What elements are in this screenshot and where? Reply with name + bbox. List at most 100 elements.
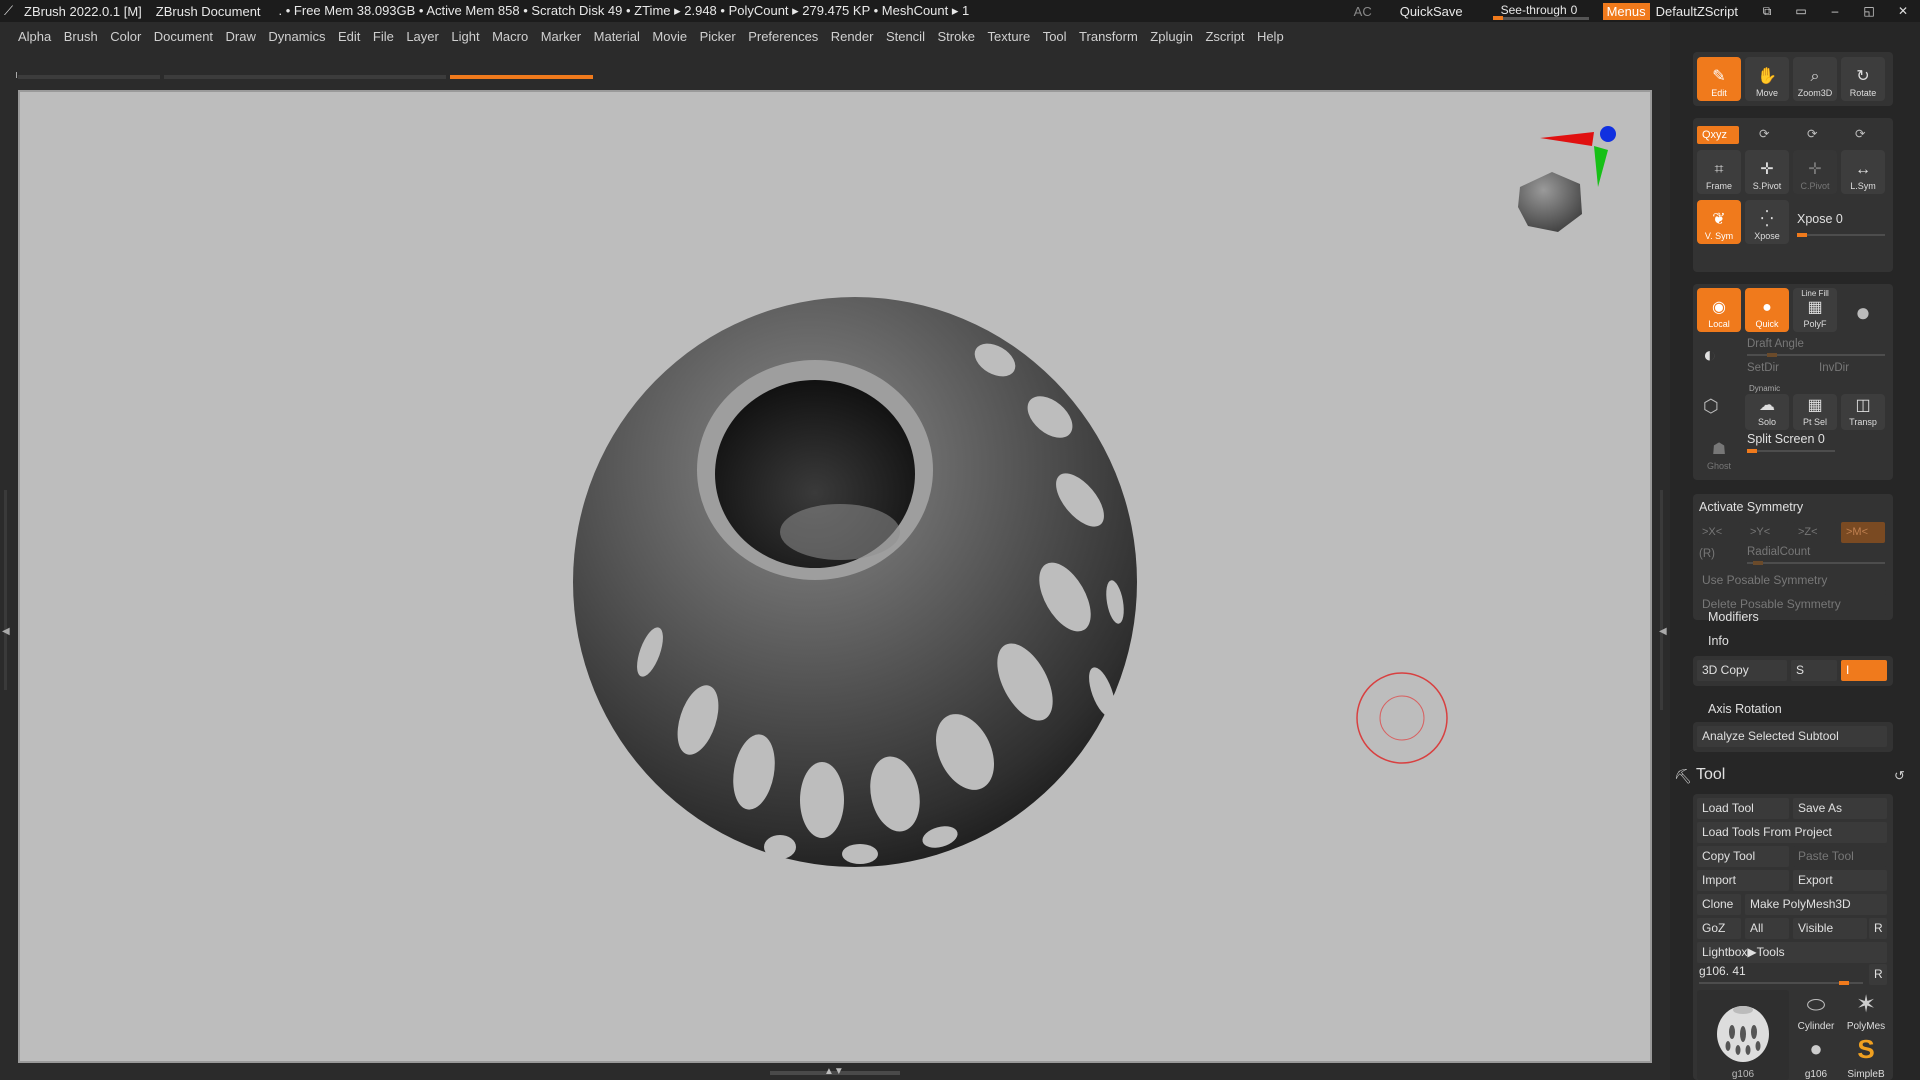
menu-stroke[interactable]: Stroke — [937, 29, 975, 44]
zoom3d-button[interactable]: ⌕ Zoom3D — [1793, 57, 1837, 101]
menu-render[interactable]: Render — [831, 29, 874, 44]
restore-icon[interactable]: ▭ — [1784, 4, 1818, 18]
menu-movie[interactable]: Movie — [652, 29, 687, 44]
ptsel-button[interactable]: ▦ Pt Sel — [1793, 394, 1837, 430]
solo-button[interactable]: ☁ Solo — [1745, 394, 1789, 430]
edit-button[interactable]: ✎ Edit — [1697, 57, 1741, 101]
symmetry-y-button[interactable]: >Y< — [1745, 522, 1789, 543]
xpose-button[interactable]: ⁛ Xpose — [1745, 200, 1789, 244]
menu-picker[interactable]: Picker — [700, 29, 736, 44]
cube-icon[interactable]: ⬡ — [1703, 396, 1719, 417]
simplebrush-thumbnail[interactable]: S SimpleB — [1843, 1034, 1889, 1080]
copy3d-s-field[interactable]: S — [1791, 660, 1837, 681]
menu-brush[interactable]: Brush — [64, 29, 98, 44]
z-rotate-icon[interactable]: ⟳ — [1807, 126, 1817, 141]
tool-palette-title[interactable]: Tool — [1696, 766, 1725, 784]
invdir-button[interactable]: InvDir — [1819, 362, 1849, 374]
palette-reset-icon[interactable]: ↺ — [1894, 768, 1905, 784]
symmetry-x-button[interactable]: >X< — [1697, 522, 1741, 543]
menu-layer[interactable]: Layer — [406, 29, 439, 44]
free-rotate-icon[interactable]: ⟳ — [1855, 126, 1865, 141]
goz-button[interactable]: GoZ — [1697, 918, 1741, 939]
cylinder-thumbnail[interactable]: ⬭ Cylinder — [1793, 990, 1839, 1032]
menu-macro[interactable]: Macro — [492, 29, 528, 44]
analyze-selected-subtool-button[interactable]: Analyze Selected Subtool — [1697, 726, 1887, 747]
info-header[interactable]: Info — [1708, 634, 1729, 648]
cpivot-button[interactable]: ✛ C.Pivot — [1793, 150, 1837, 194]
split-screen-slider[interactable] — [1747, 449, 1835, 453]
menu-help[interactable]: Help — [1257, 29, 1284, 44]
menu-edit[interactable]: Edit — [338, 29, 360, 44]
xyz-rotate-button[interactable]: Qxyz — [1697, 126, 1739, 144]
spivot-button[interactable]: ✛ S.Pivot — [1745, 150, 1789, 194]
clone-button[interactable]: Clone — [1697, 894, 1741, 915]
menu-color[interactable]: Color — [110, 29, 141, 44]
copy-tool-button[interactable]: Copy Tool — [1697, 846, 1789, 867]
goz-visible-button[interactable]: Visible — [1793, 918, 1867, 939]
menu-light[interactable]: Light — [451, 29, 479, 44]
rotate-button[interactable]: ↻ Rotate — [1841, 57, 1885, 101]
polyf-button[interactable]: Line Fill ▦ PolyF — [1793, 288, 1837, 332]
doc-tab-2[interactable] — [164, 75, 446, 79]
vsym-button[interactable]: ❦ V. Sym — [1697, 200, 1741, 244]
menu-alpha[interactable]: Alpha — [18, 29, 51, 44]
menu-marker[interactable]: Marker — [541, 29, 581, 44]
left-tray-arrow-icon[interactable]: ◀ — [2, 626, 10, 637]
menu-material[interactable]: Material — [594, 29, 640, 44]
make-polymesh3d-button[interactable]: Make PolyMesh3D — [1745, 894, 1887, 915]
doc-tab-1[interactable] — [18, 75, 160, 79]
axis-rotation-header[interactable]: Axis Rotation — [1708, 702, 1782, 716]
frame-button[interactable]: ⌗ Frame — [1697, 150, 1741, 194]
right-tray-grip[interactable] — [1660, 490, 1663, 710]
lightbox-tools-button[interactable]: Lightbox▶Tools — [1697, 942, 1887, 963]
menu-file[interactable]: File — [373, 29, 394, 44]
right-tray-arrow-icon[interactable]: ◀ — [1659, 626, 1667, 637]
menu-texture[interactable]: Texture — [988, 29, 1031, 44]
paste-tool-button[interactable]: Paste Tool — [1793, 846, 1887, 867]
minimize-icon[interactable]: – — [1818, 4, 1852, 18]
activate-symmetry-button[interactable]: Activate Symmetry — [1699, 500, 1803, 514]
load-tool-button[interactable]: Load Tool — [1697, 798, 1789, 819]
menu-document[interactable]: Document — [154, 29, 213, 44]
quick-button[interactable]: ● Quick — [1745, 288, 1789, 332]
ghost-button[interactable]: ☗ Ghost — [1697, 434, 1741, 474]
xpose-slider[interactable] — [1797, 233, 1885, 237]
draft-angle-slider[interactable] — [1747, 353, 1885, 357]
layout-icon[interactable]: ⧉ — [1750, 4, 1784, 19]
maximize-icon[interactable]: ◱ — [1852, 4, 1886, 18]
load-tools-from-project-button[interactable]: Load Tools From Project — [1697, 822, 1887, 843]
menu-zscript[interactable]: Zscript — [1205, 29, 1244, 44]
menu-tool[interactable]: Tool — [1043, 29, 1067, 44]
import-button[interactable]: Import — [1697, 870, 1789, 891]
default-zscript-button[interactable]: DefaultZScript — [1656, 4, 1738, 19]
g106-small-thumbnail[interactable]: ● g106 — [1793, 1036, 1839, 1080]
tool-palette-icon[interactable]: ⛏ — [1674, 768, 1692, 785]
goz-all-button[interactable]: All — [1745, 918, 1789, 939]
radial-count-slider[interactable] — [1747, 561, 1885, 565]
move-button[interactable]: ✋ Move — [1745, 57, 1789, 101]
3d-copy-button[interactable]: 3D Copy — [1697, 660, 1787, 681]
left-tray-grip[interactable] — [4, 490, 7, 690]
document-canvas[interactable] — [18, 90, 1652, 1063]
menu-transform[interactable]: Transform — [1079, 29, 1138, 44]
radial-r-button[interactable]: (R) — [1699, 548, 1715, 560]
export-button[interactable]: Export — [1793, 870, 1887, 891]
bottom-tray-arrow-icon[interactable]: ▲▼ — [824, 1066, 844, 1077]
symmetry-m-button[interactable]: >M< — [1841, 522, 1885, 543]
local-button[interactable]: ◉ Local — [1697, 288, 1741, 332]
doc-tab-active[interactable] — [450, 75, 593, 79]
menu-dynamics[interactable]: Dynamics — [268, 29, 325, 44]
draft-icon[interactable]: ◐ — [1703, 342, 1716, 368]
modifiers-header[interactable]: Modifiers — [1708, 610, 1759, 624]
y-rotate-icon[interactable]: ⟳ — [1759, 126, 1769, 141]
lsym-button[interactable]: ↔ L.Sym — [1841, 150, 1885, 194]
orientation-gizmo[interactable] — [1518, 126, 1616, 232]
see-through-knob[interactable] — [1492, 16, 1503, 20]
menus-toggle[interactable]: Menus — [1602, 2, 1650, 20]
menu-draw[interactable]: Draw — [226, 29, 256, 44]
see-through-slider[interactable]: See-through 0 — [1492, 2, 1589, 20]
quicksave-button[interactable]: QuickSave — [1400, 4, 1463, 19]
symmetry-z-button[interactable]: >Z< — [1793, 522, 1837, 543]
transp-button[interactable]: ◫ Transp — [1841, 394, 1885, 430]
ac-button[interactable]: AC — [1354, 4, 1372, 19]
